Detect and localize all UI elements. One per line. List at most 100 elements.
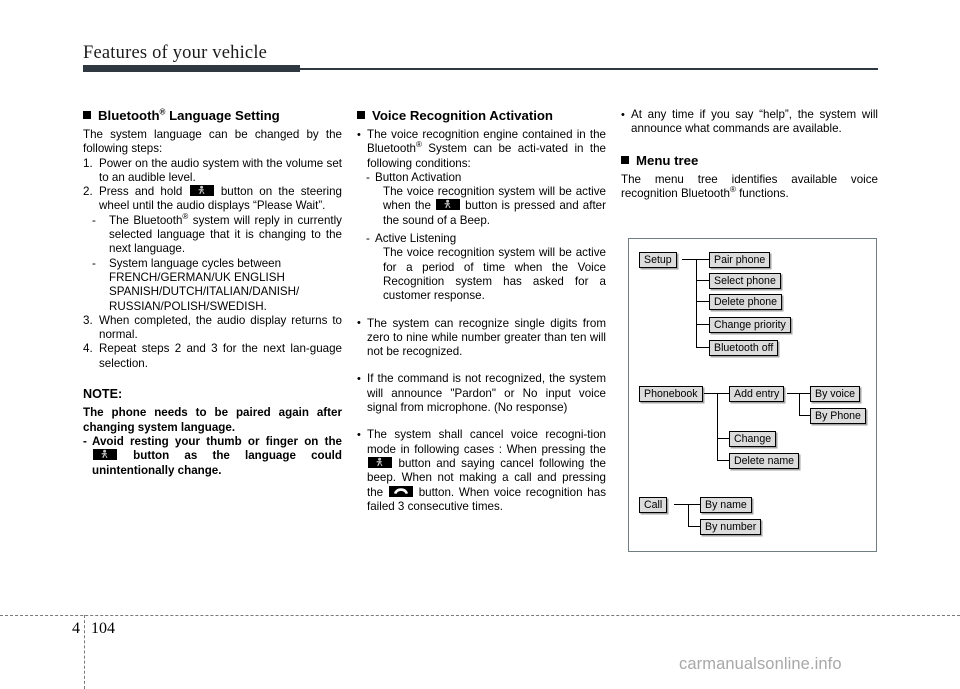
bullet-text: If the command is not recognized, the sy… (367, 372, 606, 415)
left-step-3: 3. When completed, the audio display retu… (83, 314, 342, 343)
dash-mark: - (366, 232, 370, 246)
right-bullet-1: • At any time if you say “help”, the syst… (621, 108, 878, 137)
mid-sub-1-body: The voice recognition system will be act… (383, 185, 606, 228)
menu-node-setup[interactable]: Setup (639, 252, 677, 268)
dash-mark: - (92, 256, 96, 270)
tree-edge (799, 393, 800, 415)
page-number: 104 (91, 620, 115, 637)
square-bullet-icon (357, 111, 365, 119)
square-bullet-icon (83, 111, 91, 119)
menu-node-call[interactable]: Call (639, 497, 668, 513)
mid-sub-1: - Button Activation (366, 171, 606, 185)
mid-bullet-2: • The system can recognize single digits … (357, 317, 606, 360)
step-number: 3. (83, 313, 93, 327)
step-number: 1. (83, 156, 93, 170)
bullet-text-a: The system shall cancel voice recogni-ti… (367, 428, 606, 456)
note-title: NOTE: (83, 387, 123, 402)
left-step-4: 4. Repeat steps 2 and 3 for the next lan-… (83, 342, 342, 371)
tree-edge (717, 393, 718, 461)
steering-wheel-talk-button-icon (93, 449, 117, 461)
tree-edge (696, 347, 710, 348)
menu-node-by-voice[interactable]: By voice (810, 386, 861, 402)
chapter-number: 4 (72, 620, 80, 637)
bullet-mark: • (357, 372, 361, 385)
left-substep-2: - System language cycles between FRENCH/G… (92, 257, 342, 314)
tree-edge (688, 504, 689, 526)
note-dash-item: - Avoid resting your thumb or finger on t… (83, 435, 342, 478)
dash-mark: - (366, 170, 370, 184)
menu-node-phonebook[interactable]: Phonebook (639, 386, 703, 402)
menu-node-change-priority[interactable]: Change priority (709, 317, 791, 333)
bullet-mark: • (357, 428, 361, 441)
bullet-mark: • (357, 128, 361, 141)
note-dash-text-b: button as the language could unintention… (92, 449, 342, 477)
page-title: Features of your vehicle (83, 43, 268, 63)
menu-tree-intro-b: functions. (735, 186, 789, 200)
language-list-line-3: RUSSIAN/POLISH/SWEDISH. (109, 299, 267, 313)
menu-node-by-name[interactable]: By name (700, 497, 752, 513)
tree-edge (696, 324, 710, 325)
step-text: Power on the audio system with the volum… (99, 156, 342, 184)
heading-rest: Language Setting (165, 108, 280, 123)
footer-divider (0, 615, 960, 616)
menu-node-change[interactable]: Change (729, 431, 777, 447)
step-text: Repeat steps 2 and 3 for the next lan-gu… (99, 342, 342, 370)
steering-wheel-talk-button-icon (436, 199, 461, 211)
menu-node-bluetooth-off[interactable]: Bluetooth off (709, 340, 779, 356)
heading-text: Menu tree (636, 152, 699, 168)
menu-node-select-phone[interactable]: Select phone (709, 273, 781, 289)
mid-bullet-4: • The system shall cancel voice recogni-t… (357, 428, 606, 514)
note-dash-text-a: Avoid resting your thumb or finger on th… (92, 434, 342, 448)
substep-text-a: The Bluetooth (109, 213, 183, 227)
step-number: 2. (83, 185, 93, 199)
left-intro-paragraph: The system language can be changed by th… (83, 128, 342, 156)
end-call-handset-button-icon (388, 485, 413, 497)
square-bullet-icon (621, 155, 629, 164)
menu-node-pair-phone[interactable]: Pair phone (709, 252, 771, 268)
right-column: • At any time if you say “help”, the syst… (621, 108, 878, 201)
tree-edge (696, 259, 697, 348)
mid-bullet-1: • The voice recognition engine contained … (357, 128, 606, 171)
bullet-mark: • (357, 317, 361, 330)
menu-node-by-number[interactable]: By number (700, 519, 762, 535)
sub-text: Active Listening (375, 232, 457, 246)
section-heading-voice-recognition: Voice Recognition Activation (357, 108, 606, 124)
section-heading-bluetooth-language: Bluetooth® Language Setting (83, 108, 342, 124)
menu-node-delete-phone[interactable]: Delete phone (709, 294, 783, 310)
left-column: Bluetooth® Language Setting The system l… (83, 108, 342, 478)
mid-bullet-3: • If the command is not recognized, the s… (357, 372, 606, 415)
step-text: When completed, the audio display return… (99, 313, 342, 342)
steering-wheel-talk-button-icon (189, 185, 214, 197)
left-step-1: 1. Power on the audio system with the vol… (83, 157, 342, 186)
mid-sub-2: - Active Listening (366, 232, 606, 246)
page-header: Features of your vehicle (83, 42, 878, 78)
header-rule-accent (83, 65, 300, 72)
language-list-line-2: SPANISH/DUTCH/ITALIAN/DANISH/ (109, 285, 300, 299)
mid-sub-2-body: The voice recognition system will be act… (383, 246, 606, 303)
dash-mark: - (83, 434, 87, 448)
left-substep-1: - The Bluetooth® system will reply in cur… (92, 212, 342, 257)
heading-text: Bluetooth (98, 108, 160, 123)
steering-wheel-talk-button-icon (368, 456, 392, 468)
sub-text: Button Activation (375, 170, 462, 184)
menu-node-delete-name[interactable]: Delete name (729, 453, 800, 469)
menu-node-add-entry[interactable]: Add entry (729, 386, 785, 402)
bullet-mark: • (621, 108, 625, 121)
dash-mark: - (92, 213, 96, 227)
tree-edge (696, 301, 710, 302)
menu-tree-diagram: Setup Pair phone Select phone Delete pho… (628, 238, 877, 552)
step-text-a: Press and hold (99, 185, 183, 199)
menu-tree-intro: The menu tree identifies available voice… (621, 173, 878, 202)
menu-node-by-phone[interactable]: By Phone (810, 408, 866, 424)
substep-text: System language cycles between (109, 256, 282, 270)
section-heading-menu-tree: Menu tree (621, 153, 878, 169)
footer-vertical-divider (84, 615, 85, 689)
bullet-text: At any time if you say “help”, the syste… (631, 108, 878, 136)
language-list-line-1: FRENCH/GERMAN/UK ENGLISH (109, 270, 285, 284)
note-body: The phone needs to be paired again after… (83, 406, 342, 434)
